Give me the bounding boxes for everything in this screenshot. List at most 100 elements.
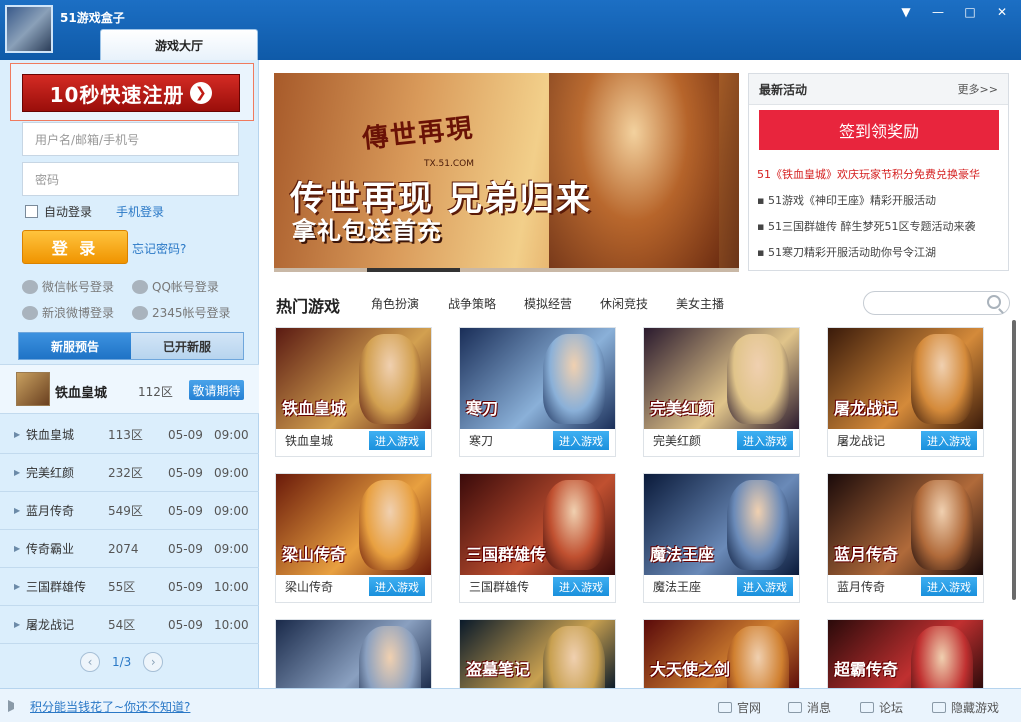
tab-opened-servers[interactable]: 已开新服	[131, 333, 243, 359]
category-strategy[interactable]: 战争策略	[448, 295, 496, 312]
game-cover-image[interactable]: 盗墓笔记	[460, 620, 615, 690]
category-rpg[interactable]: 角色扮演	[371, 295, 419, 312]
enter-game-button[interactable]: 进入游戏	[921, 431, 977, 450]
game-card[interactable]	[275, 619, 432, 690]
game-card[interactable]: 超霸传奇	[827, 619, 984, 690]
qq-login[interactable]: QQ帐号登录	[132, 278, 219, 295]
game-cover-image[interactable]: 超霸传奇	[828, 620, 983, 690]
game-cover-image[interactable]: 屠龙战记	[828, 328, 983, 429]
server-row[interactable]: ▶ 铁血皇城 113区 05-09 09:00	[0, 416, 259, 454]
category-casual[interactable]: 休闲竞技	[600, 295, 648, 312]
featured-server[interactable]: 铁血皇城 112区 敬请期待	[0, 364, 259, 414]
game-card[interactable]: 三国群雄传 三国群雄传 进入游戏	[459, 473, 616, 603]
coming-soon-button[interactable]: 敬请期待	[189, 380, 244, 400]
enter-game-button[interactable]: 进入游戏	[737, 431, 793, 450]
points-notice-link[interactable]: 积分能当钱花了~你还不知道?	[30, 698, 190, 715]
game-name: 魔法王座	[653, 580, 702, 594]
server-zone: 2074	[108, 541, 139, 556]
server-row[interactable]: ▶ 三国群雄传 55区 05-09 10:00	[0, 568, 259, 606]
game-card[interactable]: 盗墓笔记	[459, 619, 616, 690]
mobile-login-link[interactable]: 手机登录	[116, 203, 164, 220]
next-page-icon[interactable]: ›	[143, 652, 164, 672]
enter-game-button[interactable]: 进入游戏	[921, 577, 977, 596]
maximize-icon[interactable]: □	[959, 2, 981, 22]
game-cover-image[interactable]: 魔法王座	[644, 474, 799, 575]
login-button[interactable]: 登 录	[22, 230, 128, 264]
weibo-login-label: 新浪微博登录	[42, 306, 115, 320]
weibo-login[interactable]: 新浪微博登录	[22, 304, 114, 321]
tab-new-server-preview[interactable]: 新服预告	[19, 333, 131, 359]
server-row[interactable]: ▶ 蓝月传奇 549区 05-09 09:00	[0, 492, 259, 530]
scrollbar[interactable]	[1012, 320, 1016, 600]
banner-dot[interactable]	[274, 268, 367, 272]
password-input[interactable]: 密码	[22, 162, 239, 196]
game-cover-image[interactable]: 大天使之剑	[644, 620, 799, 690]
menu-dropdown-icon[interactable]: ▼	[895, 2, 917, 22]
activity-item[interactable]: ▪ 51三国群雄传 醉生梦死51区专题活动来袭	[757, 218, 1007, 234]
game-card[interactable]: 完美红颜 完美红颜 进入游戏	[643, 327, 800, 457]
server-zone: 113区	[108, 428, 143, 442]
game-cover-image[interactable]: 梁山传奇	[276, 474, 431, 575]
arrow-right-icon: ▶	[14, 430, 21, 439]
game-card[interactable]: 屠龙战记 屠龙战记 进入游戏	[827, 327, 984, 457]
banner-dot[interactable]	[460, 268, 553, 272]
forum-link[interactable]: 论坛	[860, 699, 903, 716]
game-cover-image[interactable]: 完美红颜	[644, 328, 799, 429]
official-site-link[interactable]: 官网	[718, 699, 761, 716]
search-icon[interactable]	[987, 295, 1001, 309]
game-card[interactable]: 梁山传奇 梁山传奇 进入游戏	[275, 473, 432, 603]
enter-game-button[interactable]: 进入游戏	[369, 577, 425, 596]
enter-game-button[interactable]: 进入游戏	[737, 577, 793, 596]
username-input[interactable]: 用户名/邮箱/手机号	[22, 122, 239, 156]
server-row[interactable]: ▶ 屠龙战记 54区 05-09 10:00	[0, 606, 259, 644]
server-row[interactable]: ▶ 完美红颜 232区 05-09 09:00	[0, 454, 259, 492]
quick-register-button[interactable]: 10秒快速注册 ❯	[22, 74, 240, 112]
close-icon[interactable]: ✕	[991, 2, 1013, 22]
game-logo: 蓝月传奇	[834, 545, 899, 564]
banner-dot[interactable]	[646, 268, 739, 272]
game-search-input[interactable]	[863, 291, 1010, 315]
server-row[interactable]: ▶ 传奇霸业 2074 05-09 09:00	[0, 530, 259, 568]
banner-dot[interactable]	[553, 268, 646, 272]
wechat-login[interactable]: 微信帐号登录	[22, 278, 114, 295]
game-cover-image[interactable]: 三国群雄传	[460, 474, 615, 575]
server-game-name: 铁血皇城	[26, 428, 75, 442]
prev-page-icon[interactable]: ‹	[80, 652, 100, 672]
game-name: 屠龙战记	[837, 434, 886, 448]
game-card[interactable]: 大天使之剑	[643, 619, 800, 690]
category-live-streamers[interactable]: 美女主播	[676, 295, 724, 312]
category-simulation[interactable]: 模拟经营	[524, 295, 572, 312]
forgot-password-link[interactable]: 忘记密码?	[132, 240, 186, 257]
checkin-reward-button[interactable]: 签到领奖励	[759, 110, 999, 150]
game-card[interactable]: 魔法王座 魔法王座 进入游戏	[643, 473, 800, 603]
game-card[interactable]: 寒刀 寒刀 进入游戏	[459, 327, 616, 457]
2345-login[interactable]: 2345帐号登录	[132, 304, 231, 321]
server-date: 05-09	[168, 541, 203, 556]
activity-item[interactable]: ▪ 51游戏《神印王座》精彩开服活动	[757, 192, 1007, 208]
game-card[interactable]: 蓝月传奇 蓝月传奇 进入游戏	[827, 473, 984, 603]
hide-games-link[interactable]: 隐藏游戏	[932, 699, 999, 716]
game-character-art	[727, 334, 789, 424]
messages-link[interactable]: 消息	[788, 699, 831, 716]
promo-banner[interactable]: 傳世再現 TX.51.COM 传世再现 兄弟归来 拿礼包送首充	[274, 73, 739, 271]
game-cover-image[interactable]: 寒刀	[460, 328, 615, 429]
featured-zone: 112区	[138, 385, 173, 399]
activity-item[interactable]: 51《铁血皇城》欢庆玩家节积分免费兑换豪华	[757, 166, 1007, 182]
activity-item[interactable]: ▪ 51寒刀精彩开服活动助你号令江湖	[757, 244, 1007, 260]
activities-title: 最新活动	[759, 82, 808, 97]
enter-game-button[interactable]: 进入游戏	[553, 577, 609, 596]
game-character-art	[727, 480, 789, 570]
banner-dot[interactable]	[367, 268, 460, 272]
game-cover-image[interactable]: 蓝月传奇	[828, 474, 983, 575]
enter-game-button[interactable]: 进入游戏	[553, 431, 609, 450]
minimize-icon[interactable]: —	[927, 2, 949, 22]
auto-login-checkbox[interactable]	[25, 205, 38, 218]
game-character-art	[543, 480, 605, 570]
tab-game-hall[interactable]: 游戏大厅	[100, 29, 258, 60]
game-card[interactable]: 铁血皇城 铁血皇城 进入游戏	[275, 327, 432, 457]
more-activities-link[interactable]: 更多>>	[958, 81, 998, 97]
server-date: 05-09	[168, 617, 203, 632]
enter-game-button[interactable]: 进入游戏	[369, 431, 425, 450]
game-cover-image[interactable]	[276, 620, 431, 690]
game-cover-image[interactable]: 铁血皇城	[276, 328, 431, 429]
